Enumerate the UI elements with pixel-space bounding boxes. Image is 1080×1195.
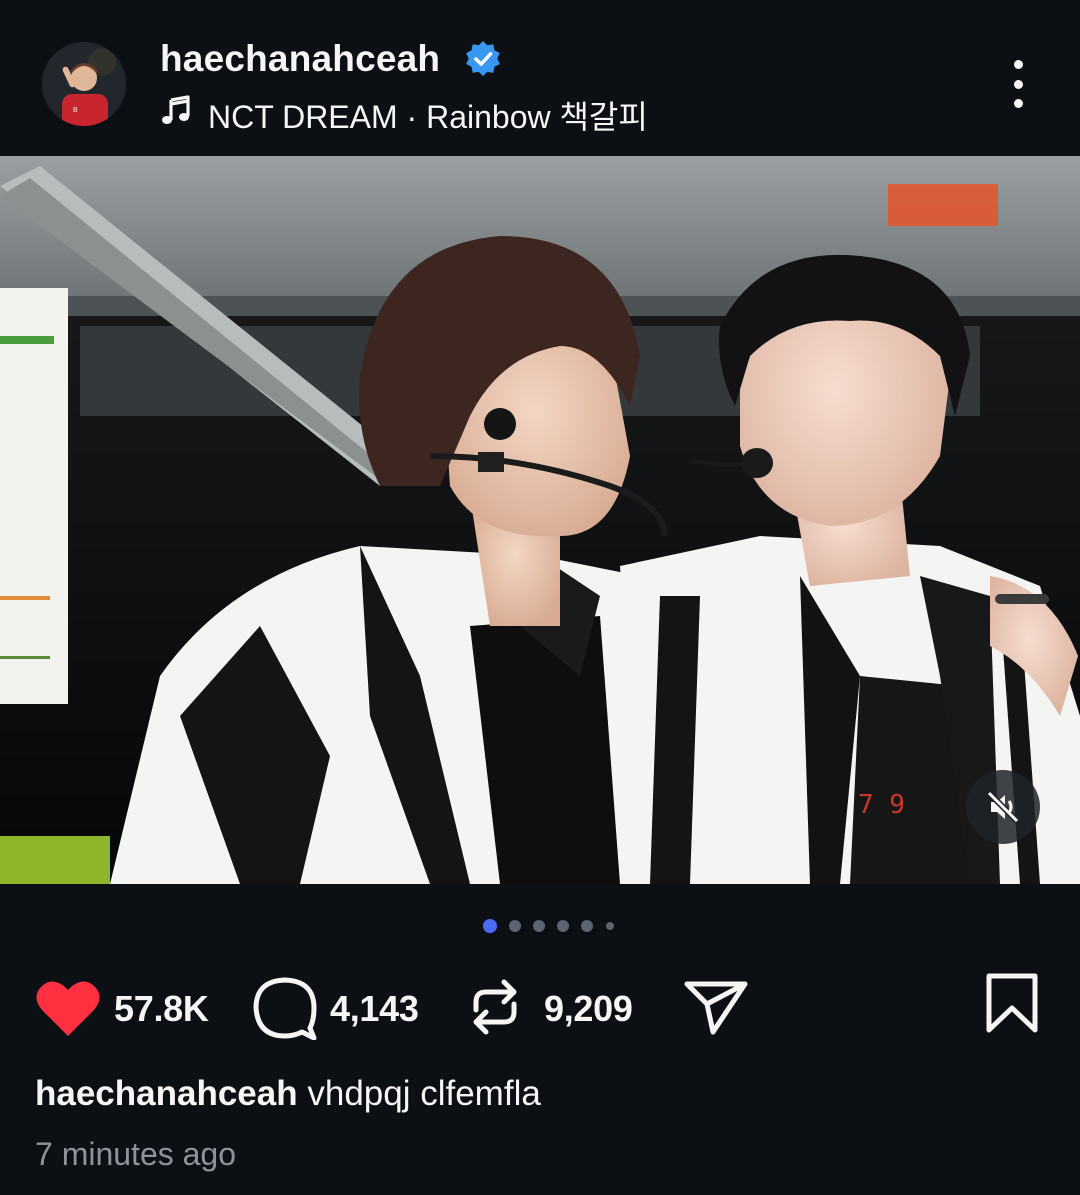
- header-username[interactable]: haechanahceah: [160, 38, 440, 80]
- carousel-dot: [483, 919, 497, 933]
- post: B haechanahceah NCT DREAM · Rainbow 책갈피: [0, 0, 1080, 1195]
- post-header: B haechanahceah NCT DREAM · Rainbow 책갈피: [0, 0, 1080, 156]
- more-options-icon[interactable]: [996, 56, 1040, 112]
- muted-speaker-icon[interactable]: [966, 770, 1040, 844]
- comment-icon[interactable]: [252, 976, 318, 1040]
- carousel-dot: [509, 920, 521, 932]
- bookmark-icon[interactable]: [984, 972, 1040, 1034]
- action-bar: 57.8K 4,143 9,209: [0, 966, 1080, 1046]
- post-photo[interactable]: 7 9: [0, 156, 1080, 884]
- repost-count[interactable]: 9,209: [544, 988, 633, 1030]
- comment-count[interactable]: 4,143: [330, 988, 419, 1030]
- share-icon[interactable]: [683, 978, 749, 1036]
- carousel-indicator: [0, 918, 1080, 934]
- caption-username[interactable]: haechanahceah: [35, 1074, 298, 1113]
- repost-icon[interactable]: [466, 976, 524, 1038]
- caption-text: vhdpqj clfemfla: [307, 1074, 541, 1113]
- music-note-icon: [162, 95, 190, 124]
- like-count[interactable]: 57.8K: [114, 988, 209, 1030]
- heart-icon[interactable]: [34, 978, 102, 1038]
- carousel-dot: [606, 922, 614, 930]
- jacket-digits: 7 9: [858, 790, 905, 820]
- caption: haechanahceah vhdpqj clfemfla: [35, 1074, 541, 1114]
- avatar[interactable]: B: [42, 42, 126, 126]
- timestamp: 7 minutes ago: [35, 1136, 237, 1172]
- carousel-dot: [533, 920, 545, 932]
- carousel-dot: [581, 920, 593, 932]
- song-label[interactable]: NCT DREAM · Rainbow 책갈피: [208, 92, 648, 138]
- verified-badge-icon: [466, 40, 500, 77]
- svg-text:B: B: [73, 107, 78, 114]
- carousel-dot: [557, 920, 569, 932]
